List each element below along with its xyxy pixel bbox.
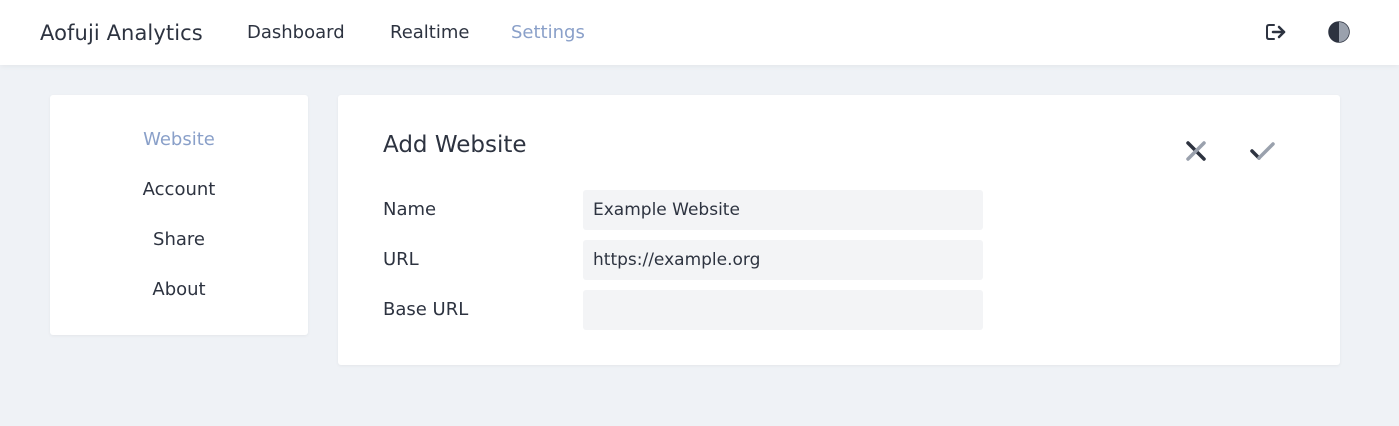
brand-title[interactable]: Aofuji Analytics bbox=[40, 19, 203, 47]
cancel-button[interactable] bbox=[1181, 136, 1211, 166]
sidebar-item-share[interactable]: Share bbox=[50, 227, 308, 253]
url-input[interactable] bbox=[583, 240, 983, 280]
base-url-input[interactable] bbox=[583, 290, 983, 330]
close-icon bbox=[1186, 141, 1206, 161]
sidebar-item-account[interactable]: Account bbox=[50, 177, 308, 203]
settings-sidebar: Website Account Share About bbox=[50, 95, 308, 335]
nav-dashboard[interactable]: Dashboard bbox=[247, 20, 345, 46]
nav-settings[interactable]: Settings bbox=[511, 20, 585, 46]
logout-icon[interactable] bbox=[1264, 20, 1288, 44]
nav-realtime[interactable]: Realtime bbox=[390, 20, 469, 46]
theme-toggle-icon[interactable] bbox=[1327, 20, 1351, 44]
sidebar-item-about[interactable]: About bbox=[50, 277, 308, 303]
sidebar-item-website[interactable]: Website bbox=[50, 127, 308, 153]
name-input[interactable] bbox=[583, 190, 983, 230]
checkmark-icon bbox=[1250, 142, 1275, 160]
add-website-card: Add Website Name URL Base URL bbox=[338, 95, 1340, 365]
save-button[interactable] bbox=[1247, 136, 1277, 166]
name-label: Name bbox=[383, 199, 437, 220]
top-navigation-bar: Aofuji Analytics Dashboard Realtime Sett… bbox=[0, 0, 1399, 65]
base-url-label: Base URL bbox=[383, 299, 469, 320]
page-title: Add Website bbox=[383, 132, 527, 158]
url-label: URL bbox=[383, 249, 419, 270]
